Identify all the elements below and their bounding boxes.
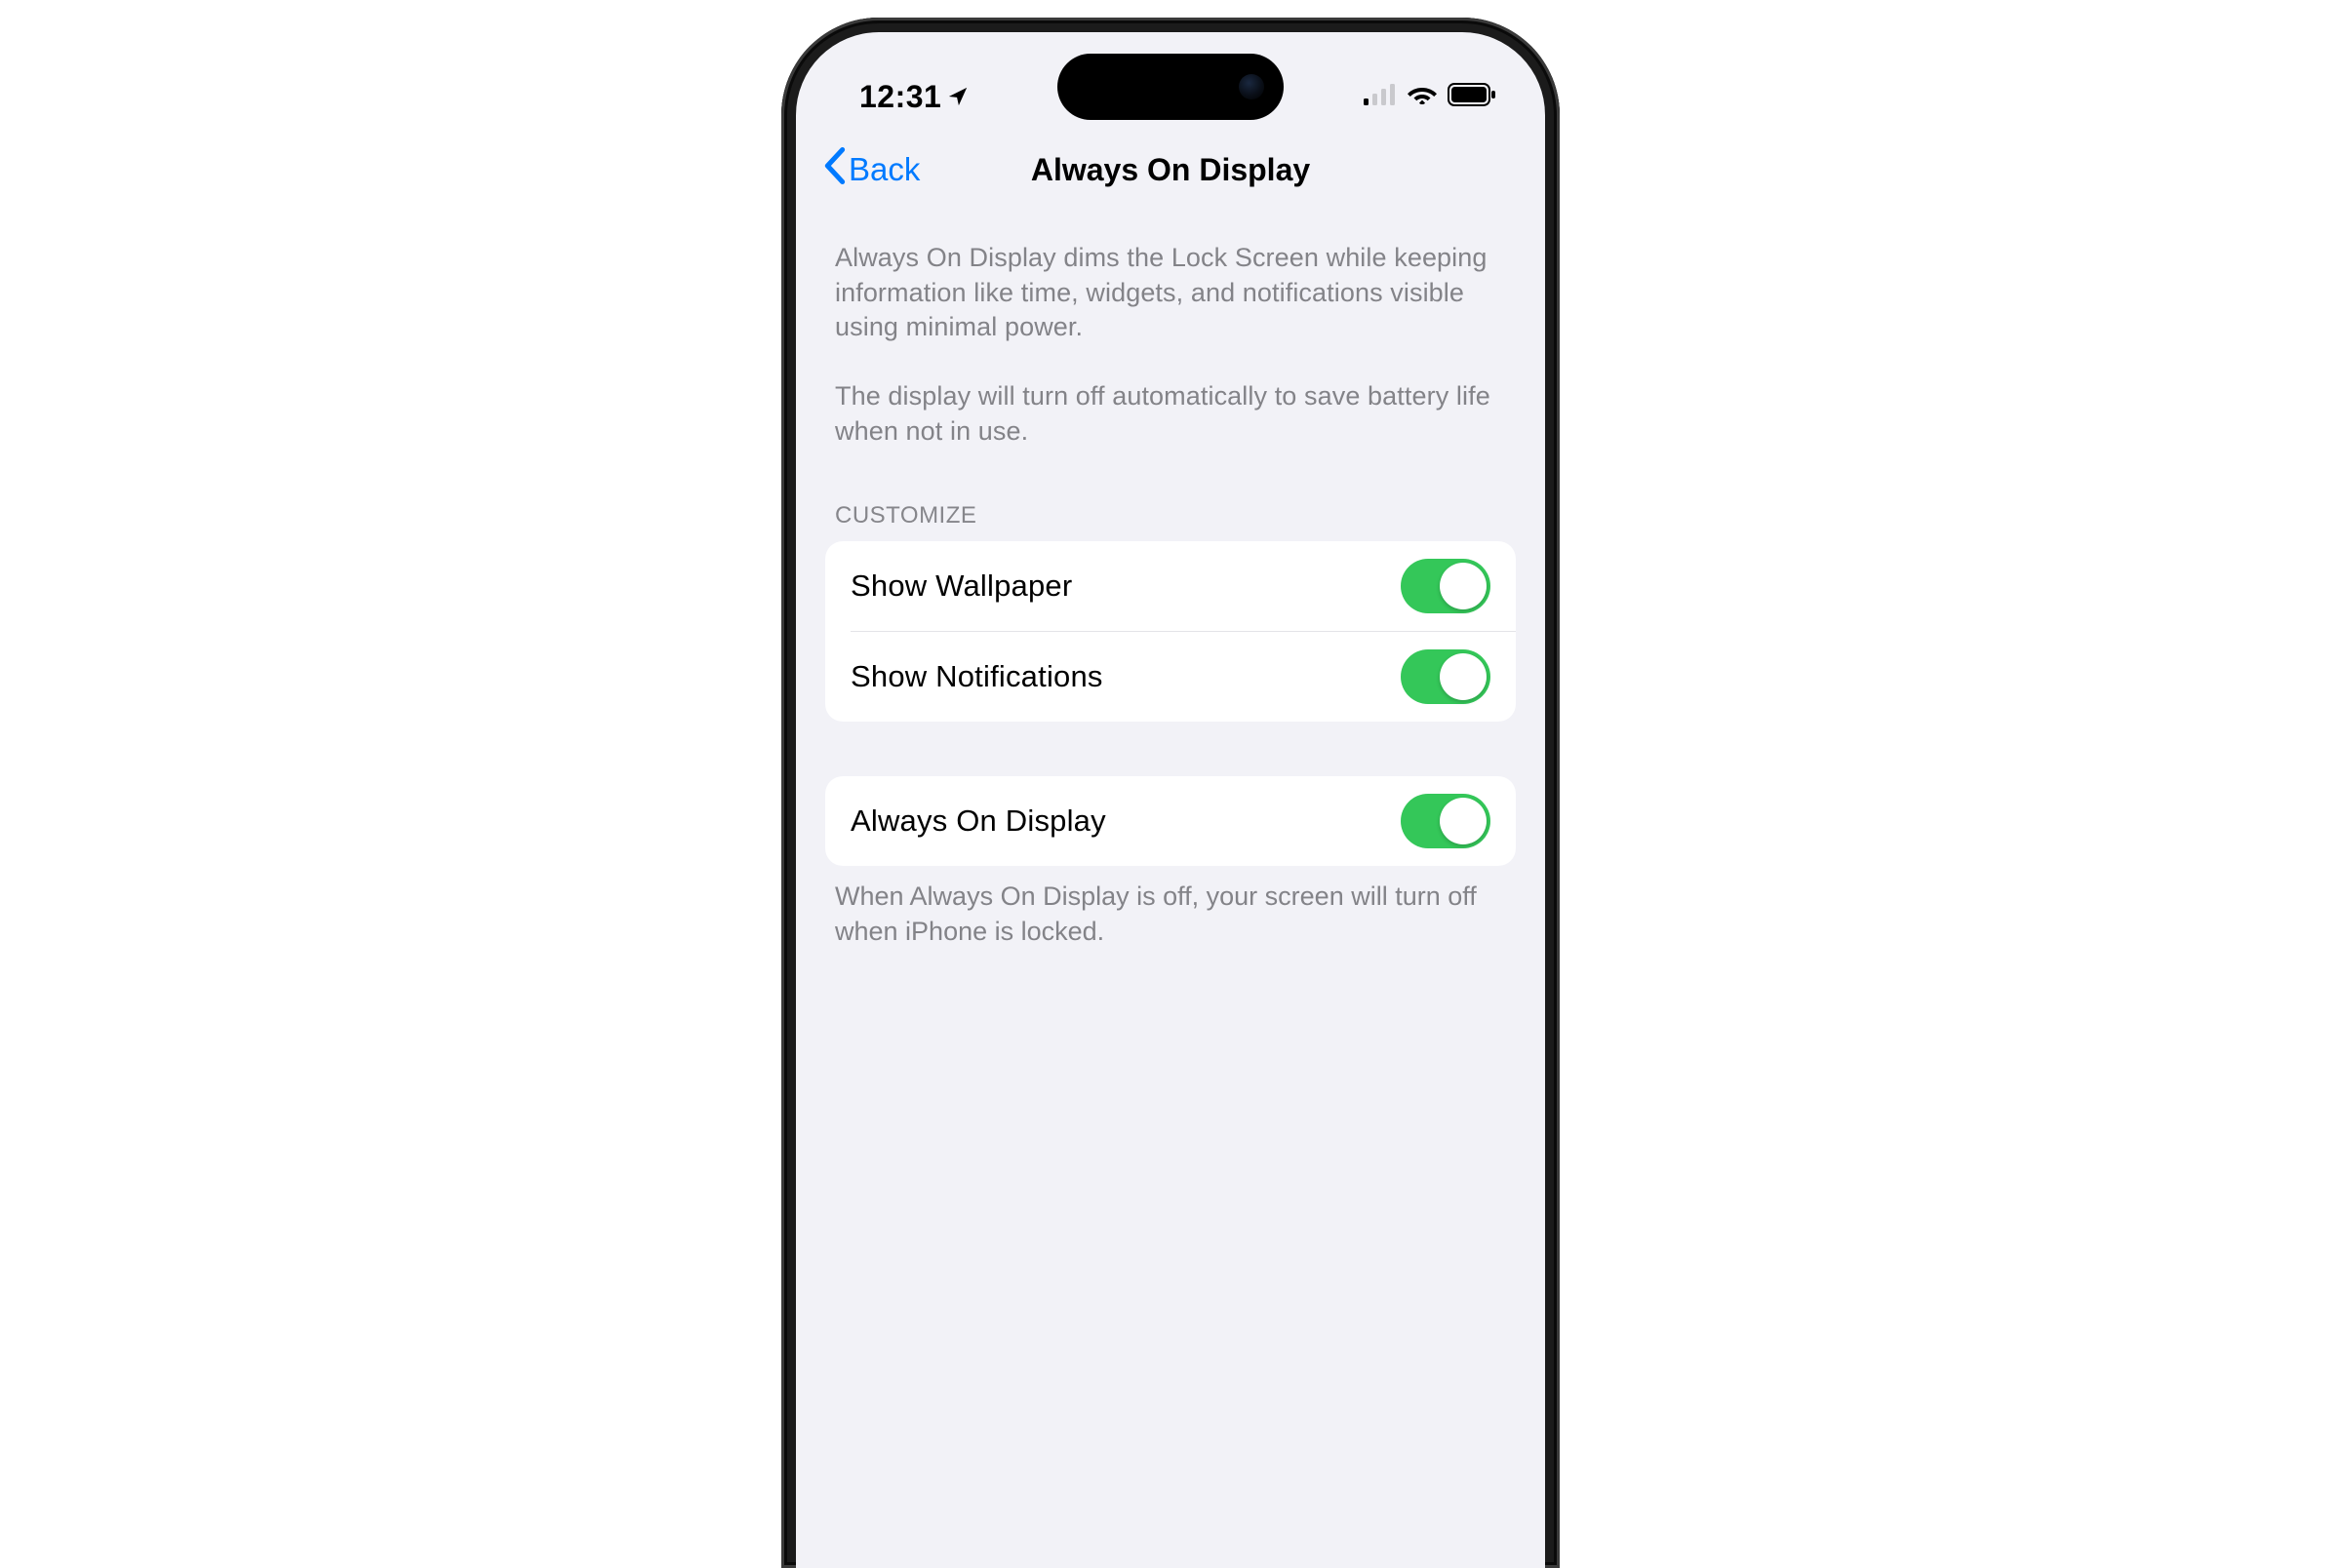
description-p2: The display will turn off automatically … — [835, 379, 1506, 449]
status-left: 12:31 — [859, 79, 969, 115]
nav-title: Always On Display — [1031, 152, 1310, 188]
row-show-notifications: Show Notifications — [851, 631, 1516, 722]
status-right — [1364, 83, 1496, 111]
toggle-show-notifications[interactable] — [1401, 649, 1490, 704]
label-show-wallpaper: Show Wallpaper — [851, 568, 1072, 604]
label-always-on-display: Always On Display — [851, 804, 1106, 839]
content: Always On Display dims the Lock Screen w… — [796, 206, 1545, 949]
row-show-wallpaper: Show Wallpaper — [825, 541, 1516, 631]
cellular-signal-icon — [1364, 84, 1397, 110]
nav-bar: Back Always On Display — [796, 130, 1545, 206]
toggle-always-on-display[interactable] — [1401, 794, 1490, 848]
description-p1: Always On Display dims the Lock Screen w… — [835, 241, 1506, 345]
label-show-notifications: Show Notifications — [851, 659, 1103, 694]
toggle-show-wallpaper[interactable] — [1401, 559, 1490, 613]
settings-group-customize: Show Wallpaper Show Notifications — [825, 541, 1516, 722]
settings-group-main: Always On Display — [825, 776, 1516, 866]
spacer — [825, 722, 1516, 776]
screen: 12:31 — [796, 32, 1545, 1568]
phone-frame: 12:31 — [781, 18, 1560, 1568]
row-always-on-display: Always On Display — [825, 776, 1516, 866]
chevron-left-icon — [823, 147, 847, 192]
front-camera — [1239, 74, 1264, 99]
dynamic-island — [1057, 54, 1284, 120]
back-button[interactable]: Back — [823, 147, 920, 192]
section-header-customize: CUSTOMIZE — [825, 449, 1516, 541]
footer-text: When Always On Display is off, your scre… — [825, 866, 1516, 949]
description-block: Always On Display dims the Lock Screen w… — [825, 206, 1516, 449]
battery-icon — [1448, 83, 1496, 111]
wifi-icon — [1408, 84, 1437, 110]
status-time: 12:31 — [859, 79, 941, 115]
location-arrow-icon — [947, 79, 969, 115]
back-label: Back — [849, 151, 920, 188]
